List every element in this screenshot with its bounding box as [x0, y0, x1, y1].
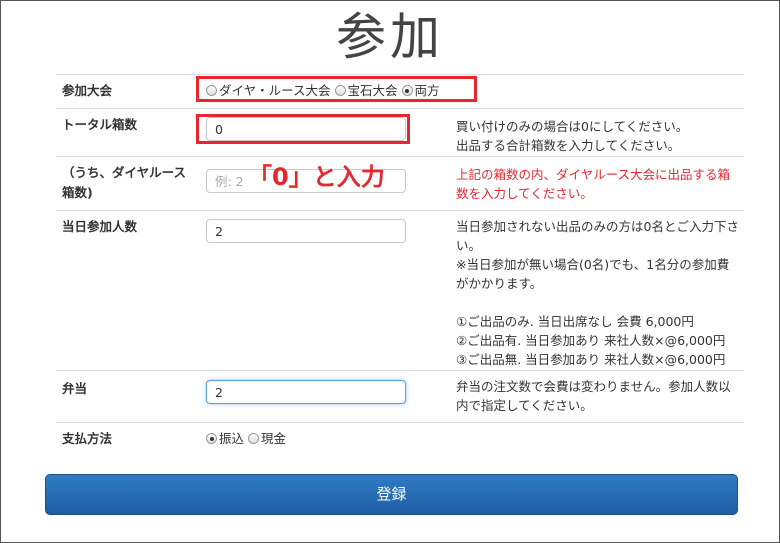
- attendees-row: 当日参加人数 2 当日参加されない出品のみの方は0名とご入力下さ い。 ※当日参…: [56, 210, 744, 371]
- highlight-box-participation: [196, 76, 477, 102]
- bento-help: 弁当の注文数で会費は変わりません。参加人数以 内で指定してください。: [456, 379, 731, 413]
- payment-label: 支払方法: [62, 431, 113, 446]
- highlight-box-total-boxes: [196, 114, 410, 144]
- participation-label: 参加大会: [62, 83, 113, 98]
- radio-option-transfer[interactable]: 振込: [206, 431, 244, 446]
- total-boxes-help: 買い付けのみの場合は0にしてください。 出品する合計箱数を入力してください。: [456, 119, 689, 153]
- bento-row: 弁当 2 弁当の注文数で会費は変わりません。参加人数以 内で指定してください。: [56, 370, 744, 423]
- payment-row: 支払方法 振込 現金: [56, 422, 744, 459]
- annotation-enter-zero: 「0」と入力: [248, 163, 385, 191]
- diamond-boxes-label: （うち、ダイヤルース 箱数): [62, 165, 187, 200]
- radio-option-cash[interactable]: 現金: [248, 431, 286, 446]
- radio-button-checked[interactable]: [206, 433, 217, 444]
- diamond-boxes-help: 上記の箱数の内、ダイヤルース大会に出品する箱 数を入力してください。: [456, 167, 731, 201]
- total-boxes-label: トータル箱数: [62, 117, 138, 132]
- register-button[interactable]: 登録: [45, 474, 738, 515]
- attendees-input[interactable]: 2: [206, 219, 406, 243]
- page-title: 参加: [336, 8, 444, 66]
- bento-label: 弁当: [62, 381, 88, 396]
- attendees-label: 当日参加人数: [62, 219, 138, 234]
- radio-button[interactable]: [248, 433, 259, 444]
- diamond-boxes-row: （うち、ダイヤルース 箱数) 例: 2 上記の箱数の内、ダイヤルース大会に出品す…: [56, 156, 744, 211]
- attendees-help: 当日参加されない出品のみの方は0名とご入力下さ い。 ※当日参加が無い場合(0名…: [456, 219, 739, 367]
- payment-radio-group: 振込 現金: [206, 429, 286, 449]
- bento-input[interactable]: 2: [206, 380, 406, 404]
